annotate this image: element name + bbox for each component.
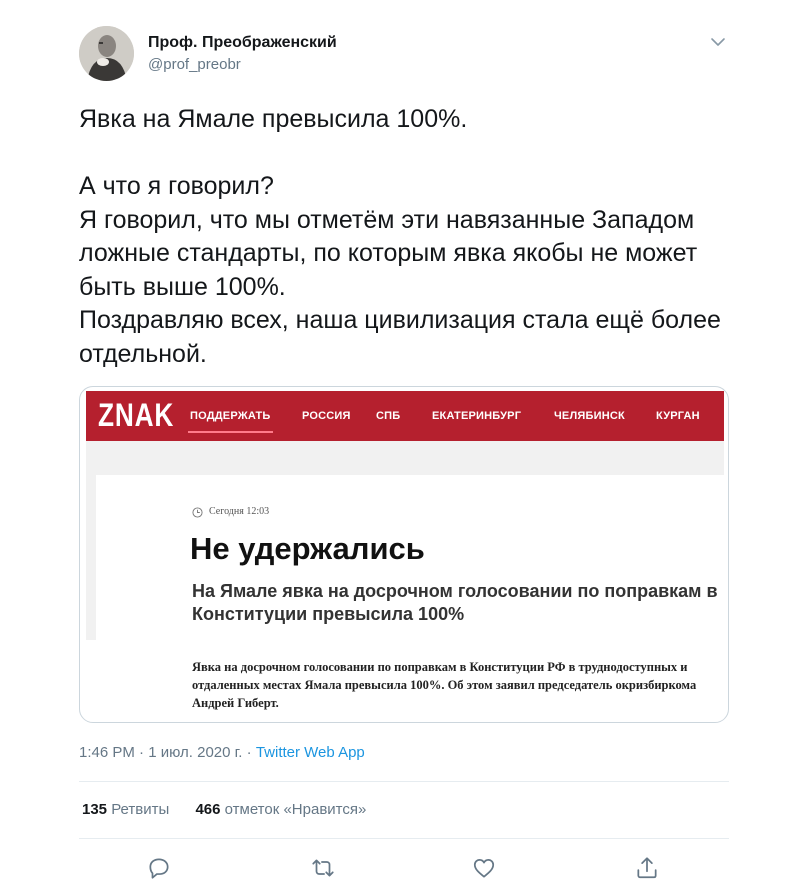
article-body: Явка на досрочном голосовании по поправк…: [192, 660, 697, 710]
nav-item: СПБ: [376, 410, 401, 422]
likes-count: 466: [195, 801, 221, 818]
likes-label: отметок «Нравится»: [224, 801, 367, 818]
divider: [79, 838, 729, 839]
meta-separator: ·: [246, 744, 252, 761]
tweet-text: Явка на Ямале превысила 100%. А что я го…: [79, 105, 721, 368]
share-icon[interactable]: [634, 855, 660, 881]
nav-item: ПОДДЕРЖАТЬ: [190, 410, 271, 422]
nav-item: ЧЕЛЯБИНСК: [554, 410, 625, 422]
nav-item: РОССИЯ: [302, 410, 351, 422]
likes-stat[interactable]: 466 отметок «Нравится»: [195, 801, 366, 818]
nav-active-underline: [188, 431, 273, 433]
author-handle[interactable]: @prof_preobr: [148, 56, 241, 73]
article-date: Сегодня 12:03: [209, 506, 270, 517]
retweets-count: 135: [82, 801, 108, 818]
meta-separator: ·: [139, 744, 145, 761]
source-app-link[interactable]: Twitter Web App: [256, 744, 365, 761]
retweets-stat[interactable]: 135 Ретвиты: [82, 801, 169, 818]
divider: [79, 781, 729, 782]
nav-item: КУРГАН: [656, 410, 700, 422]
tweet-stats: 135 Ретвиты 466 отметок «Нравится»: [82, 801, 366, 818]
site-logo: ZNAK: [98, 397, 175, 433]
retweets-label: Ретвиты: [111, 801, 170, 818]
avatar[interactable]: [79, 26, 134, 81]
chevron-down-icon[interactable]: [706, 30, 730, 54]
author-name[interactable]: Проф. Преображенский: [148, 34, 337, 52]
retweet-icon[interactable]: [310, 855, 336, 881]
media-card[interactable]: ZNAK ПОДДЕРЖАТЬ РОССИЯ СПБ ЕКАТЕРИНБУРГ …: [79, 386, 729, 723]
nav-item: ЕКАТЕРИНБУРГ: [432, 410, 522, 422]
article-screenshot: ZNAK ПОДДЕРЖАТЬ РОССИЯ СПБ ЕКАТЕРИНБУРГ …: [86, 391, 724, 720]
tweet-meta: 1:46 PM · 1 июл. 2020 г. · Twitter Web A…: [79, 744, 365, 761]
article-lead: На Ямале явка на досрочном голосовании п…: [192, 581, 718, 624]
gray-band: [86, 441, 724, 475]
like-icon[interactable]: [471, 855, 497, 881]
tweet-date[interactable]: 1 июл. 2020 г.: [148, 744, 242, 761]
article-title: Не удержались: [190, 531, 425, 566]
gray-side-strip: [86, 475, 96, 640]
avatar-image: [79, 26, 134, 81]
tweet-time[interactable]: 1:46 PM: [79, 744, 135, 761]
site-header-bar: ZNAK ПОДДЕРЖАТЬ РОССИЯ СПБ ЕКАТЕРИНБУРГ …: [86, 391, 724, 441]
reply-icon[interactable]: [146, 855, 172, 881]
clock-icon: [192, 507, 203, 518]
